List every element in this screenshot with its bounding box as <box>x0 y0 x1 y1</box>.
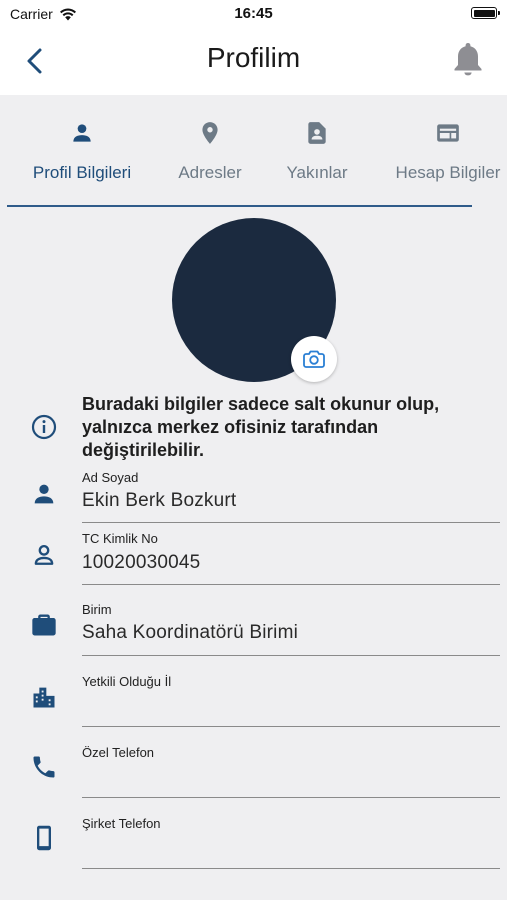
account-card-icon <box>437 124 459 142</box>
tab-underline <box>7 205 472 207</box>
status-bar: Carrier 16:45 <box>0 0 507 28</box>
nav-header: Profilim <box>0 28 507 95</box>
name-value: Ekin Berk Bozkurt <box>82 490 237 511</box>
field-label: Yetkili Olduğu İl <box>82 674 172 689</box>
tab-label: Yakınlar <box>286 163 348 182</box>
status-time: 16:45 <box>234 5 273 22</box>
info-icon <box>31 414 57 440</box>
field-label: Özel Telefon <box>82 745 155 760</box>
unit-value: Saha Koordinatörü Birimi <box>82 622 299 643</box>
field-label: Birim <box>82 602 112 617</box>
field-underline <box>82 522 500 523</box>
field-underline <box>82 655 500 656</box>
tab-yakinlar[interactable]: Yakınlar <box>270 95 364 205</box>
readonly-notice: Buradaki bilgiler sadece salt okunur olu… <box>82 394 440 460</box>
person-outline-icon <box>34 544 54 565</box>
tab-label: Adresler <box>178 163 242 182</box>
tab-label: Profil Bilgileri <box>32 163 132 182</box>
notifications-button[interactable] <box>451 40 485 78</box>
field-label: TC Kimlik No <box>82 531 158 546</box>
tab-adresler[interactable]: Adresler <box>162 95 258 205</box>
field-label: Şirket Telefon <box>82 816 161 831</box>
field-label: Ad Soyad <box>82 470 139 485</box>
tab-profil-bilgileri[interactable]: Profil Bilgileri <box>16 95 148 205</box>
profile-tabs: Profil Bilgileri Adresler Yakınlar Hesap… <box>0 95 507 208</box>
city-icon <box>33 687 55 708</box>
field-underline <box>82 797 500 798</box>
location-pin-icon <box>202 122 218 144</box>
tc-value: 10020030045 <box>82 552 201 573</box>
battery-icon <box>471 7 500 19</box>
field-underline <box>82 868 500 869</box>
tab-hesap-bilgiler[interactable]: Hesap Bilgiler <box>380 95 507 205</box>
tab-label: Hesap Bilgiler <box>395 163 501 182</box>
change-photo-button[interactable] <box>291 336 337 382</box>
camera-icon <box>303 350 325 368</box>
contact-card-icon <box>308 122 326 144</box>
briefcase-icon <box>32 614 56 636</box>
person-icon <box>73 124 91 142</box>
bell-icon <box>454 43 482 76</box>
field-underline <box>82 584 500 585</box>
field-underline <box>82 726 500 727</box>
mobile-phone-icon <box>37 825 51 851</box>
page-title: Profilim <box>206 42 301 73</box>
phone-icon <box>33 756 55 778</box>
person-icon <box>34 484 54 504</box>
